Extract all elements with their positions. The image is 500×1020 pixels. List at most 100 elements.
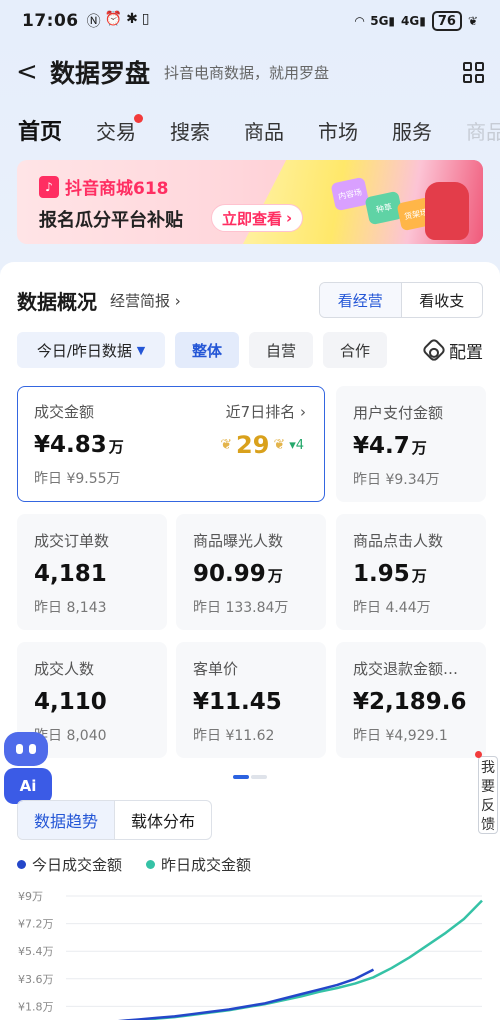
metric-value: 4,110 (34, 689, 167, 715)
status-bar: 17:06 Ⓝ ⏰ ✱ ▯ ◠ 5G▮ 4G▮ 76 ❦ (0, 0, 500, 42)
apps-grid-icon[interactable] (463, 61, 484, 83)
tab-market[interactable]: 市场 (318, 116, 358, 145)
tab-home[interactable]: 首页 (18, 114, 62, 146)
trend-tabs: 数据趋势 载体分布 (17, 800, 213, 840)
gear-icon (421, 337, 447, 363)
config-label: 配置 (449, 342, 483, 363)
chip-self-operated[interactable]: 自营 (249, 332, 313, 368)
legend-item-today[interactable]: 今日成交金额 (17, 854, 122, 875)
metric-unit: 万 (267, 567, 283, 585)
y-tick-label: ¥7.2万 (18, 918, 54, 931)
metric-card-refund[interactable]: 成交退款金额… ¥2,189.6 昨日 ¥4,929.1 (336, 642, 486, 758)
rank-link-label: 近7日排名 (225, 403, 296, 421)
legend-swatch (146, 860, 156, 869)
metric-card-orders[interactable]: 成交订单数 4,181 昨日 8,143 (17, 514, 167, 630)
toggle-income[interactable]: 看收支 (402, 283, 483, 317)
carousel-indicator (233, 775, 267, 779)
chip-cooperation[interactable]: 合作 (323, 332, 387, 368)
legend-item-yesterday[interactable]: 昨日成交金额 (146, 854, 251, 875)
ai-assistant-button[interactable]: Ai (4, 732, 52, 804)
tab-data-trend[interactable]: 数据趋势 (18, 801, 116, 839)
banner-brand-text: 抖音商城618 (65, 179, 169, 199)
signal-5g-icon: 5G▮ (370, 14, 396, 28)
tab-carrier-distribution[interactable]: 载体分布 (115, 801, 211, 839)
legend-swatch (17, 860, 26, 869)
tab-label: 商品 (244, 119, 285, 144)
metric-label: 用户支付金额 (353, 404, 444, 422)
legend-label: 今日成交金额 (32, 856, 123, 874)
chevron-right-icon: › (174, 292, 181, 310)
chip-overall[interactable]: 整体 (175, 332, 239, 368)
tab-trade[interactable]: 交易 (96, 113, 144, 145)
metric-previous: 昨日 133.84万 (193, 600, 289, 616)
metric-label: 成交人数 (34, 660, 95, 678)
metric-number: 90.99 (193, 561, 266, 587)
metric-card-gmv[interactable]: 成交金额 ¥4.83 万 昨日 ¥9.55万 近7日排名 › ❦ 29 ❦ ▾4 (17, 386, 325, 502)
metric-card-user-payment[interactable]: 用户支付金额 ¥4.7 万 昨日 ¥9.34万 (336, 386, 486, 502)
tab-search[interactable]: 搜索 (170, 116, 210, 145)
feedback-button[interactable]: 我 要 反 馈 (475, 751, 498, 834)
tab-products[interactable]: 商品 (244, 116, 284, 145)
metric-label: 成交订单数 (34, 532, 110, 550)
trend-chart[interactable]: ¥9万 ¥7.2万 ¥5.4万 ¥3.6万 ¥1.8万 (0, 880, 500, 1020)
feedback-char: 我 (481, 760, 495, 776)
tab-label: 市场 (318, 119, 359, 144)
status-right-icons: ◠ 5G▮ 4G▮ 76 ❦ (355, 11, 478, 31)
metric-previous: 昨日 4.44万 (353, 600, 431, 616)
metric-number: 1.95 (353, 561, 410, 587)
metric-number: ¥4.7 (353, 433, 410, 459)
rank-link[interactable]: 近7日排名 › (226, 401, 306, 422)
y-tick-label: ¥9万 (18, 890, 43, 903)
rank-badge: ❦ 29 ❦ ▾4 (220, 431, 304, 459)
metric-number: ¥11.45 (193, 689, 282, 715)
config-button[interactable]: 配置 (421, 337, 483, 363)
notification-dot (134, 113, 144, 123)
metric-number: 4,110 (34, 689, 107, 715)
feedback-char: 要 (481, 779, 495, 795)
tab-label: 首页 (18, 120, 63, 145)
rank-change: ▾4 (289, 438, 304, 453)
douyin-mall-logo-icon: ♪ (39, 175, 59, 198)
banner-cta-button[interactable]: 立即查看 › (211, 204, 304, 232)
rank-number: 29 (236, 431, 270, 459)
metric-label: 商品曝光人数 (193, 532, 284, 550)
metric-card-aov[interactable]: 客单价 ¥11.45 昨日 ¥11.62 (176, 642, 326, 758)
metric-value: 1.95 万 (353, 561, 486, 587)
report-link[interactable]: 经营简报 › (110, 290, 181, 311)
tab-service[interactable]: 服务 (392, 116, 432, 145)
metric-previous: 昨日 ¥11.62 (193, 728, 275, 744)
metric-number: ¥4.83 (34, 432, 107, 458)
wifi-icon: ◠ (354, 14, 365, 28)
robot-icon (4, 732, 48, 766)
promo-banner[interactable]: ♪ 抖音商城618 报名瓜分平台补贴 立即查看 › 内容场 种草 货架场 (17, 160, 483, 244)
legend-label: 昨日成交金额 (161, 856, 252, 874)
banner-cta-label: 立即查看 (222, 209, 283, 228)
metric-unit: 万 (108, 438, 124, 456)
page-title: 数据罗盘 (50, 59, 151, 88)
page-subtitle: 抖音电商数据，就用罗盘 (164, 63, 330, 82)
metric-card-exposure[interactable]: 商品曝光人数 90.99 万 昨日 133.84万 (176, 514, 326, 630)
leaf-icon: ❦ (467, 14, 478, 28)
y-tick-label: ¥3.6万 (18, 973, 54, 986)
bluetooth-icon: ✱ (126, 11, 138, 27)
tab-label: 搜索 (170, 119, 211, 144)
metric-value: 90.99 万 (193, 561, 326, 587)
chart-legend: 今日成交金额 昨日成交金额 (17, 854, 251, 875)
date-dropdown-label: 今日/昨日数据 (36, 341, 132, 360)
metric-card-clicks[interactable]: 商品点击人数 1.95 万 昨日 4.44万 (336, 514, 486, 630)
metric-previous: 昨日 8,143 (34, 600, 107, 616)
filter-row: 今日/昨日数据 ▼ 整体 自营 合作 配置 (17, 332, 483, 368)
toggle-business[interactable]: 看经营 (320, 283, 402, 317)
main-tabs: 首页 交易 搜索 商品 市场 服务 商品 (0, 108, 500, 152)
date-dropdown[interactable]: 今日/昨日数据 ▼ (17, 332, 165, 368)
chevron-right-icon: › (286, 209, 293, 227)
vibrate-icon: ▯ (141, 11, 150, 27)
app-header: < 数据罗盘 抖音电商数据，就用罗盘 (0, 50, 500, 94)
metric-label: 商品点击人数 (353, 532, 444, 550)
banner-brand: ♪ 抖音商城618 (39, 174, 169, 199)
signal-4g-icon: 4G▮ (401, 14, 426, 28)
sticker-label: 种草 (375, 201, 393, 215)
tab-more[interactable]: 商品 (466, 116, 500, 145)
back-arrow-icon[interactable]: < (16, 57, 46, 87)
chevron-right-icon: › (300, 403, 306, 421)
